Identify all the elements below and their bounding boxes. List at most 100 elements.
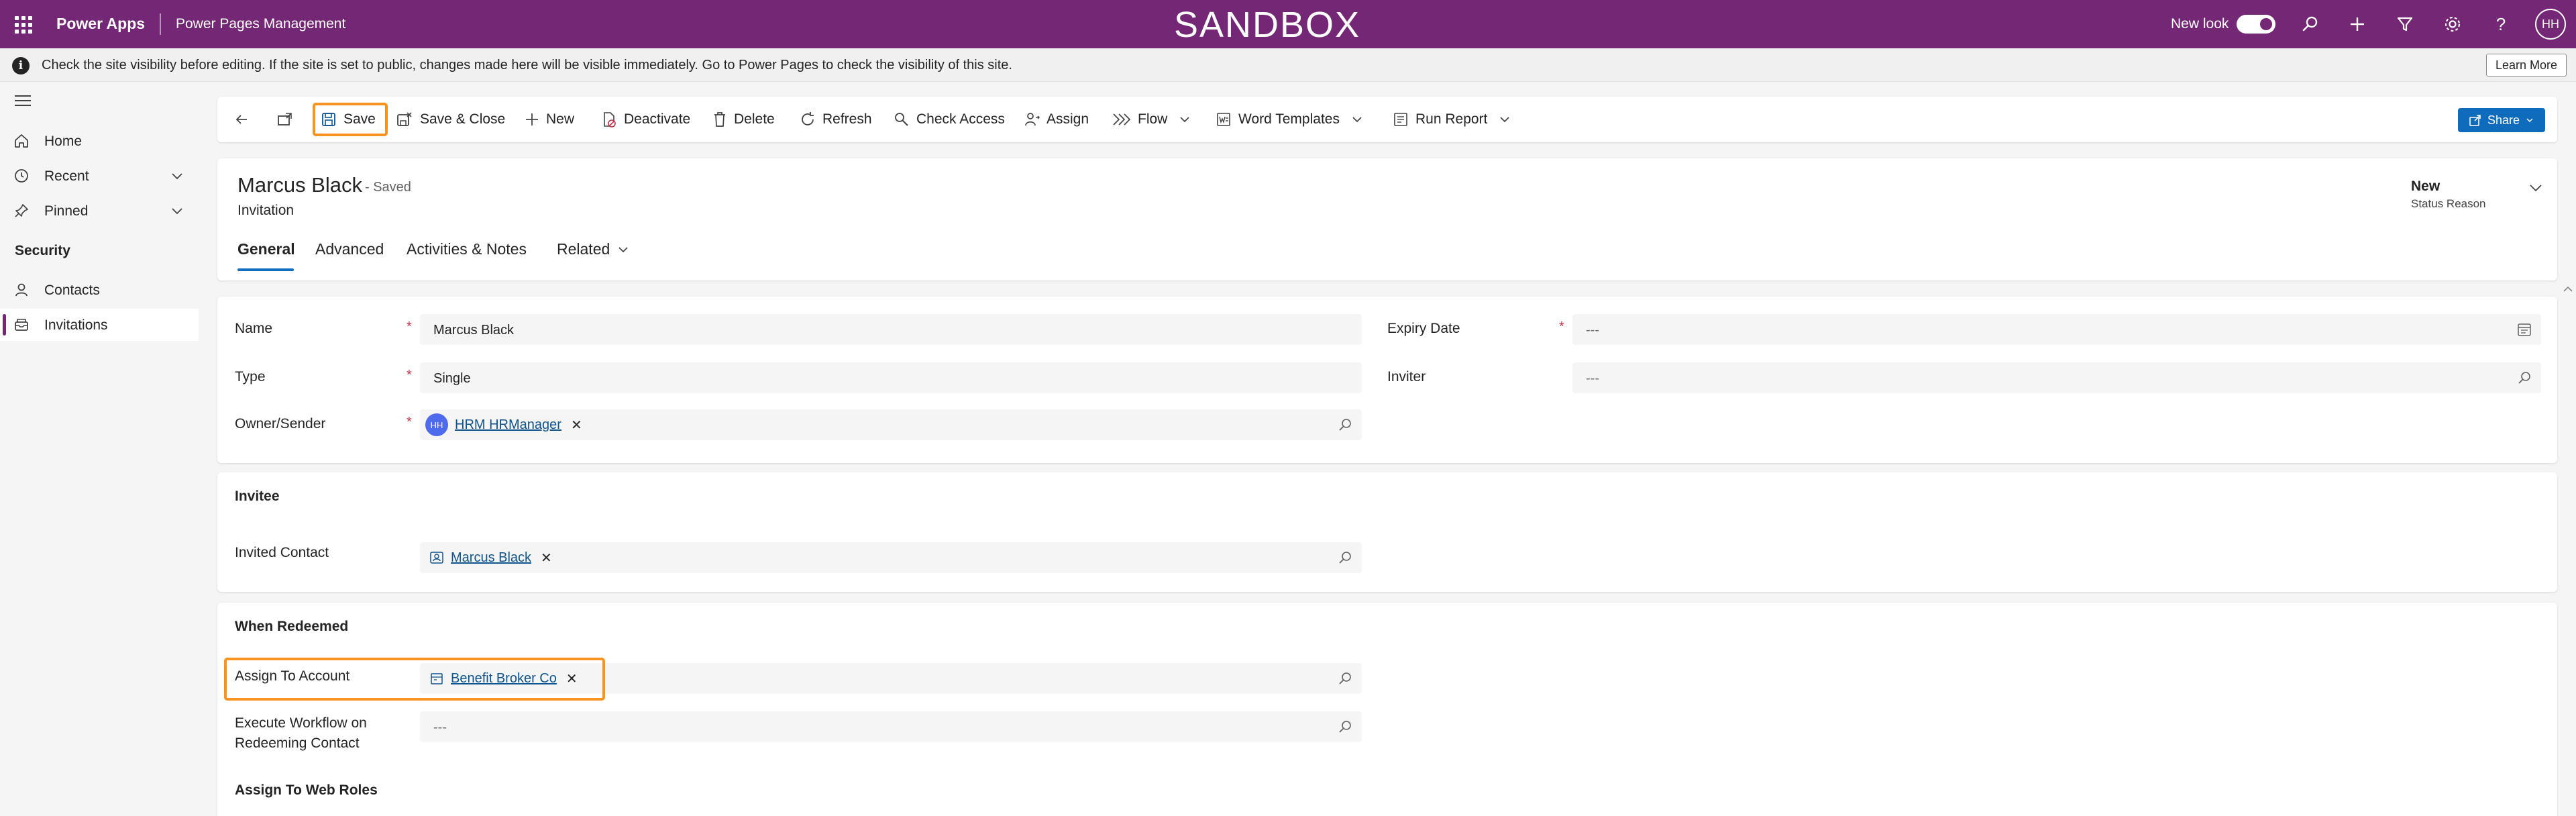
invited-contact-lookup[interactable]: Marcus Black ✕ [420, 542, 1362, 573]
deactivate-button[interactable]: Deactivate [601, 106, 690, 133]
tab-advanced[interactable]: Advanced [315, 240, 384, 258]
tab-activities-notes[interactable]: Activities & Notes [407, 240, 527, 258]
header-expand-chevron-icon[interactable] [2528, 180, 2544, 199]
search-icon[interactable] [1338, 671, 1352, 689]
inviter-lookup[interactable]: --- [1572, 362, 2541, 393]
delete-button[interactable]: Delete [712, 106, 775, 133]
assign-button[interactable]: Assign [1024, 106, 1089, 133]
new-look-label: New look [2171, 16, 2229, 32]
share-label: Share [2487, 113, 2520, 127]
invited-contact-tag: Marcus Black ✕ [425, 546, 552, 569]
delete-label: Delete [734, 111, 775, 127]
save-status: - Saved [365, 180, 411, 195]
add-icon[interactable] [2347, 13, 2368, 35]
app-name[interactable]: Power Apps [56, 15, 145, 33]
save-button-highlight [313, 103, 388, 136]
contact-card-icon [430, 552, 443, 564]
app-launcher-icon[interactable] [15, 16, 32, 34]
refresh-label: Refresh [822, 111, 872, 127]
type-select[interactable]: Single [420, 362, 1362, 393]
info-icon: i [12, 57, 30, 74]
owner-label: Owner/Sender [235, 416, 326, 431]
new-button[interactable]: New [525, 106, 574, 133]
refresh-button[interactable]: Refresh [800, 106, 872, 133]
user-avatar[interactable]: HH [2535, 9, 2566, 40]
search-icon[interactable] [2300, 13, 2321, 35]
owner-avatar: HH [425, 413, 448, 436]
flow-button[interactable]: Flow [1112, 106, 1198, 133]
word-document-icon [1217, 113, 1230, 126]
remove-contact-icon[interactable]: ✕ [541, 550, 552, 566]
tab-related[interactable]: Related [557, 240, 630, 258]
search-icon[interactable] [1338, 417, 1352, 436]
person-icon [13, 282, 30, 298]
chevron-down-icon [619, 246, 628, 252]
search-icon[interactable] [2517, 370, 2532, 389]
nav-label-invitations: Invitations [44, 317, 108, 333]
tab-related-label: Related [557, 240, 610, 258]
home-icon [13, 133, 30, 149]
save-close-label: Save & Close [420, 111, 506, 127]
header-divider [160, 13, 161, 35]
nav-item-invitations[interactable]: Invitations [0, 309, 199, 341]
key-search-icon [895, 113, 908, 126]
chevron-down-icon [1180, 117, 1189, 123]
open-new-window-button[interactable] [276, 106, 301, 133]
check-access-label: Check Access [916, 111, 1005, 127]
owner-link[interactable]: HRM HRManager [455, 417, 561, 433]
flow-label: Flow [1138, 111, 1168, 127]
calendar-icon[interactable] [2517, 322, 2532, 340]
execute-workflow-lookup[interactable]: --- [420, 711, 1362, 742]
search-icon[interactable] [1338, 550, 1352, 568]
assign-account-highlight [224, 658, 605, 701]
scroll-up-icon[interactable] [2563, 285, 2573, 297]
run-report-button[interactable]: Run Report [1393, 106, 1518, 133]
when-redeemed-section-title: When Redeemed [235, 619, 349, 634]
share-button[interactable]: Share [2458, 108, 2545, 132]
tab-general[interactable]: General [237, 240, 295, 258]
learn-more-button[interactable]: Learn More [2486, 54, 2567, 76]
back-arrow-icon [235, 115, 247, 124]
back-button[interactable] [233, 106, 256, 133]
execute-workflow-value: --- [433, 720, 447, 735]
app-header: Power Apps Power Pages Management SANDBO… [0, 0, 2576, 48]
new-look-toggle[interactable] [2237, 15, 2275, 34]
command-bar: Save Save & Close New Deactivate Delete … [217, 97, 2557, 142]
nav-item-recent[interactable]: Recent [0, 160, 201, 192]
assign-label: Assign [1046, 111, 1089, 127]
record-title: Marcus Black [237, 173, 363, 197]
nav-item-contacts[interactable]: Contacts [0, 274, 201, 306]
invitee-section: Invitee Invited Contact Marcus Black ✕ [217, 472, 2557, 592]
chevron-down-icon[interactable] [169, 168, 185, 184]
refresh-icon [802, 112, 814, 125]
filter-icon[interactable] [2394, 13, 2416, 35]
invited-contact-link[interactable]: Marcus Black [451, 550, 531, 566]
deactivate-document-icon [604, 112, 616, 128]
settings-gear-icon[interactable] [2442, 13, 2463, 35]
remove-owner-icon[interactable]: ✕ [571, 417, 582, 434]
name-value: Marcus Black [433, 323, 515, 338]
chevron-down-icon[interactable] [169, 203, 185, 219]
environment-label: SANDBOX [1174, 5, 1361, 45]
expiry-date-label: Expiry Date [1387, 321, 1460, 336]
expiry-date-field[interactable]: --- [1572, 314, 2541, 345]
owner-lookup[interactable]: HH HRM HRManager ✕ [420, 409, 1362, 440]
new-label: New [546, 111, 575, 127]
check-access-button[interactable]: Check Access [894, 106, 1005, 133]
nav-item-home[interactable]: Home [0, 125, 201, 157]
nav-label-pinned: Pinned [44, 203, 89, 219]
invited-contact-label: Invited Contact [235, 545, 329, 560]
save-close-button[interactable]: Save & Close [396, 106, 505, 133]
name-field[interactable]: Marcus Black [420, 314, 1362, 345]
chevron-down-icon [2526, 118, 2533, 123]
invitee-section-title: Invitee [235, 489, 280, 504]
help-icon[interactable]: ? [2490, 13, 2512, 35]
record-header: Marcus Black - Saved Invitation General … [217, 158, 2557, 280]
chevron-down-icon [1500, 117, 1509, 123]
module-name[interactable]: Power Pages Management [176, 16, 345, 32]
execute-workflow-label-line2: Redeeming Contact [235, 735, 360, 751]
hamburger-menu-icon[interactable] [15, 95, 31, 107]
search-icon[interactable] [1338, 719, 1352, 737]
word-templates-button[interactable]: Word Templates [1216, 106, 1371, 133]
nav-item-pinned[interactable]: Pinned [0, 195, 201, 227]
